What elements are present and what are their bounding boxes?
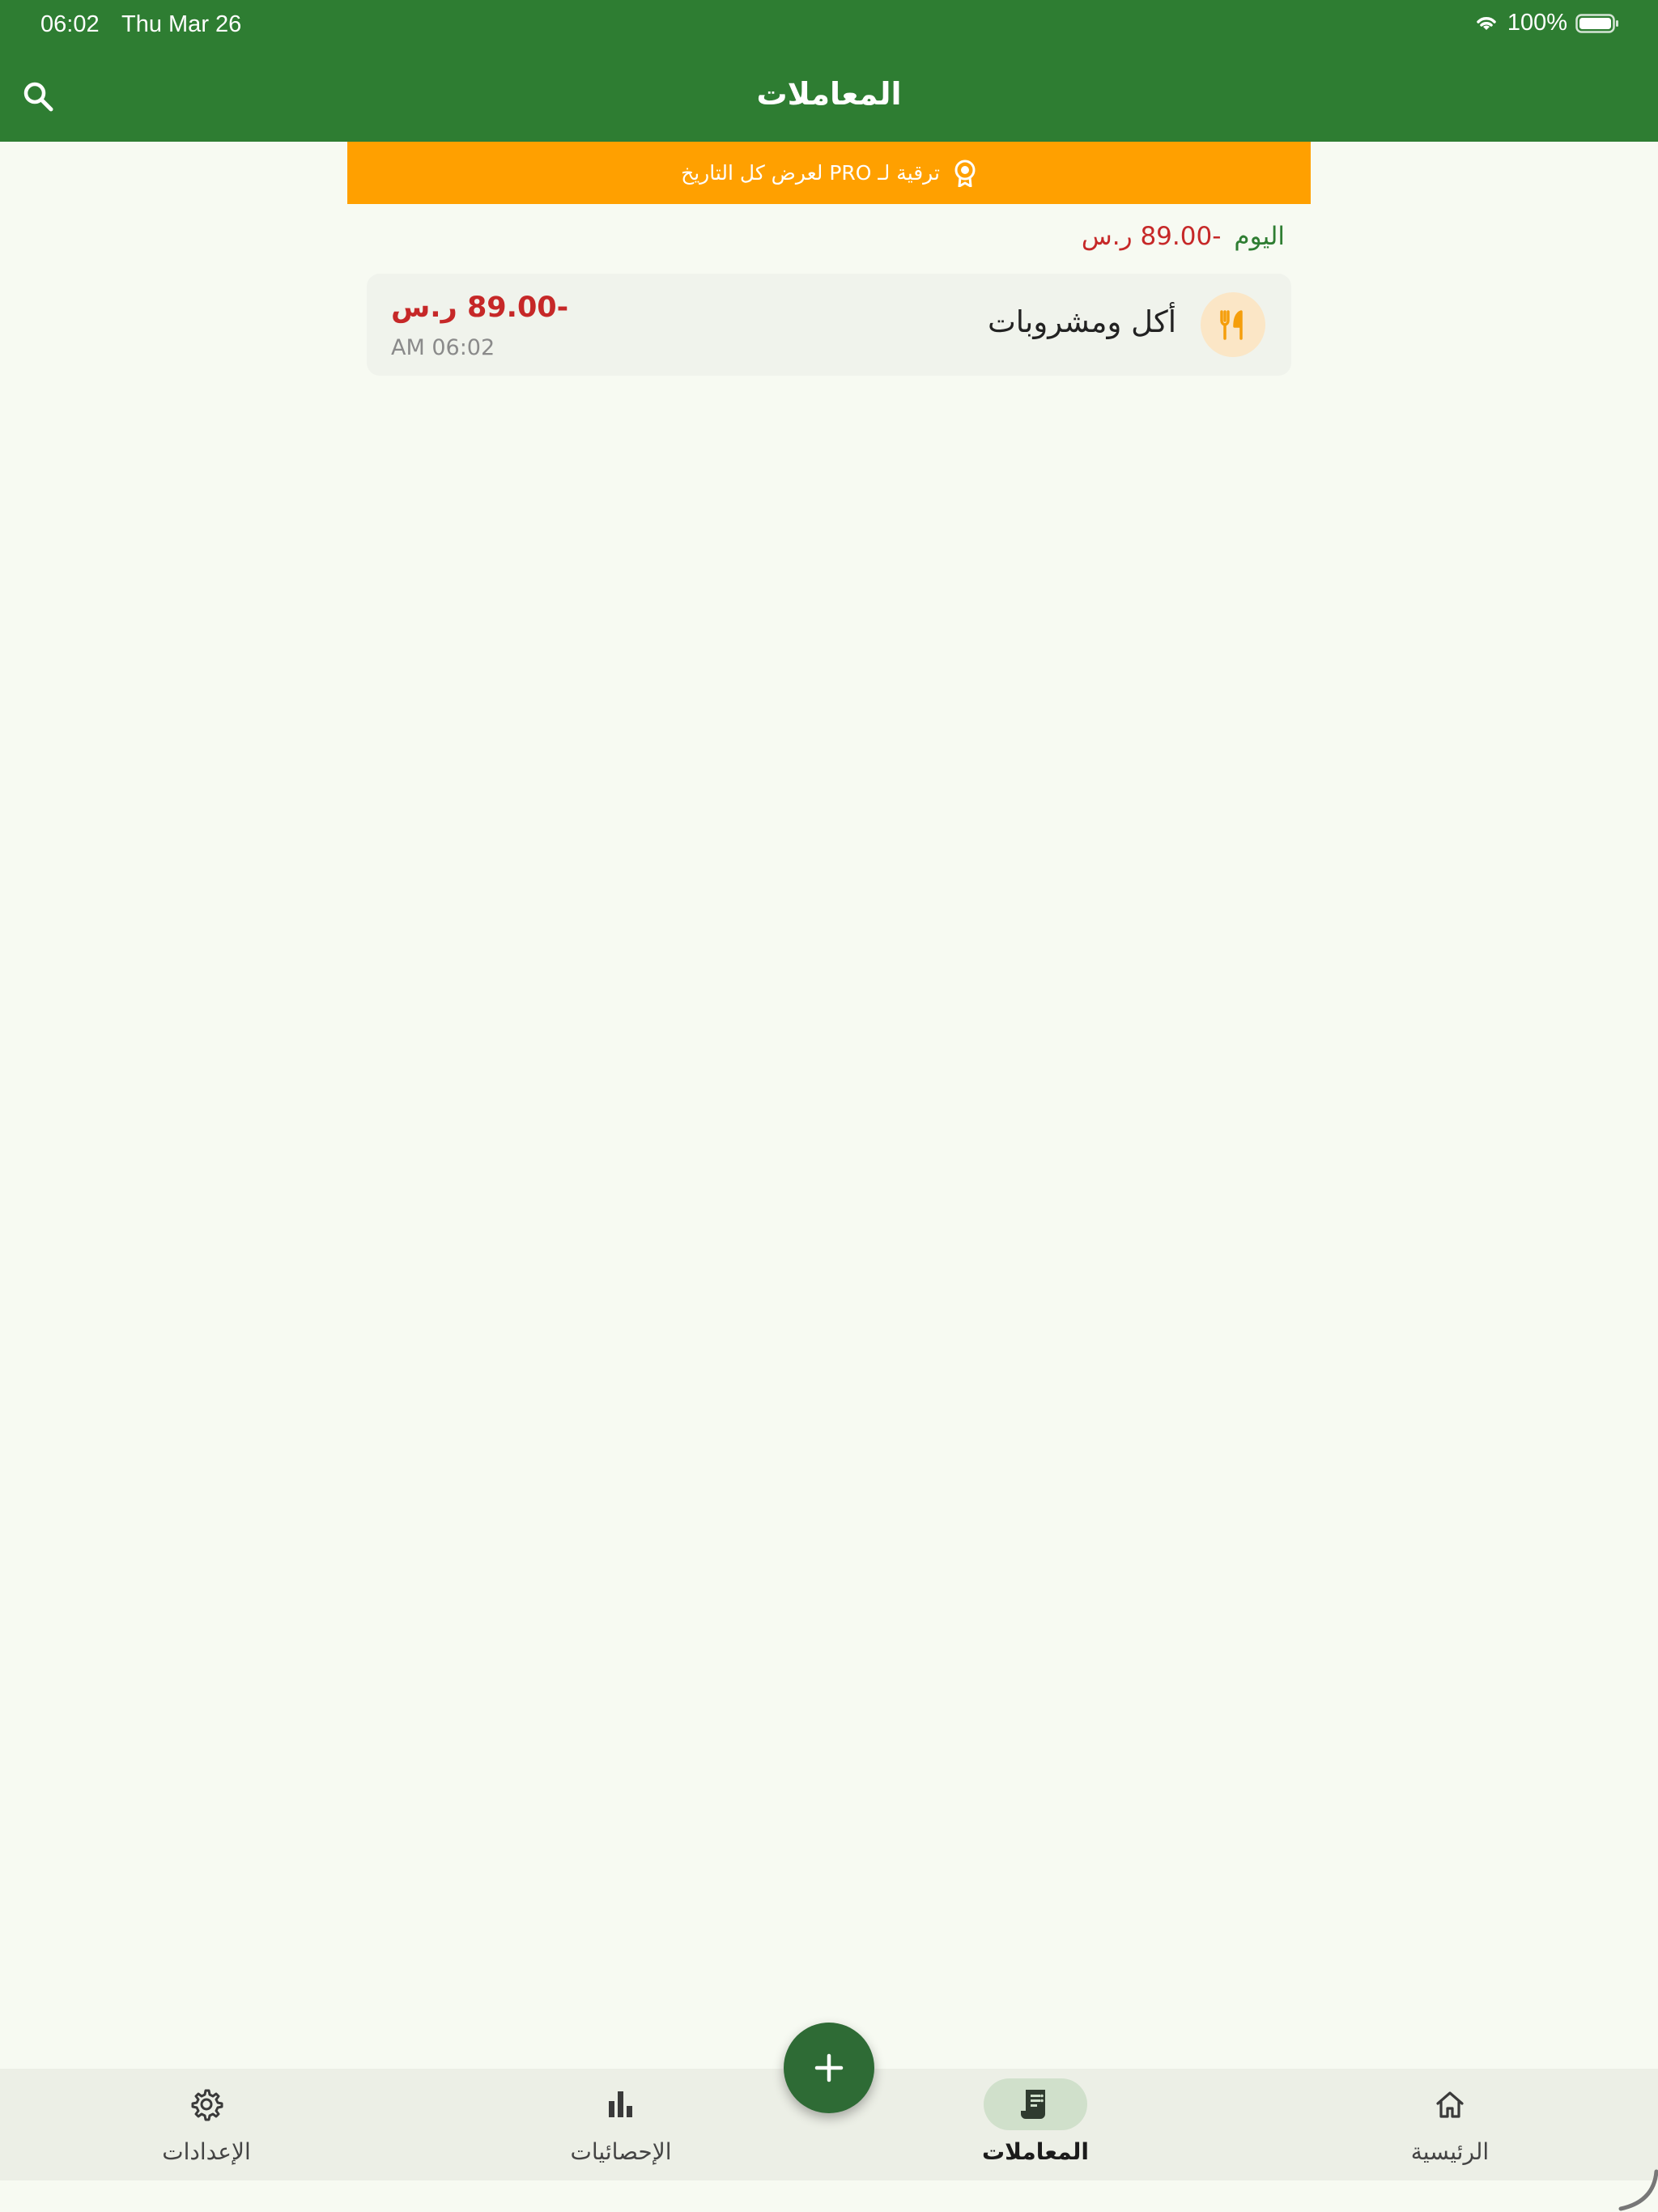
nav-label-transactions: المعاملات — [982, 2138, 1089, 2165]
battery-icon — [1575, 13, 1618, 33]
category-icon-badge — [1201, 292, 1265, 357]
upgrade-pro-banner[interactable]: ترقية لـ PRO لعرض كل التاريخ — [347, 142, 1311, 204]
nav-item-transactions[interactable]: المعاملات — [914, 2069, 1157, 2180]
nav-label-home: الرئيسية — [1410, 2138, 1490, 2165]
nav-item-settings[interactable]: الإعدادات — [85, 2069, 328, 2180]
nav-label-statistics: الإحصائيات — [570, 2138, 672, 2165]
settings-icon — [191, 2089, 223, 2121]
award-icon — [954, 160, 976, 187]
receipt-icon — [1021, 2090, 1045, 2119]
restaurant-icon — [1220, 310, 1243, 340]
day-total: -89.00 ر.س — [1081, 222, 1222, 251]
upgrade-pro-text: ترقية لـ PRO لعرض كل التاريخ — [681, 161, 940, 185]
status-time: 06:02 — [40, 11, 100, 37]
transaction-category: أكل ومشروبات — [987, 304, 1176, 339]
day-label: اليوم — [1234, 222, 1285, 251]
nav-item-home[interactable]: الرئيسية — [1329, 2069, 1571, 2180]
status-date: Thu Mar 26 — [121, 11, 242, 37]
add-transaction-button[interactable] — [784, 2023, 874, 2113]
nav-item-statistics[interactable]: الإحصائيات — [500, 2069, 742, 2180]
page-title: المعاملات — [756, 76, 902, 112]
home-icon — [1436, 2091, 1464, 2118]
plus-icon — [814, 2053, 844, 2082]
transaction-time: AM 06:02 — [391, 335, 495, 360]
status-indicators: 100% — [1473, 10, 1619, 36]
wifi-icon — [1477, 16, 1496, 30]
status-bar: 06:02 Thu Mar 26 100% — [0, 0, 1658, 50]
bar-chart-icon — [609, 2091, 632, 2117]
nav-label-settings: الإعدادات — [162, 2138, 251, 2165]
battery-percent: 100% — [1507, 10, 1567, 36]
day-group-header: اليوم -89.00 ر.س — [1082, 219, 1285, 254]
app-bar: 06:02 Thu Mar 26 100% المعاملات — [0, 0, 1658, 142]
transaction-amount: -89.00 ر.س — [391, 291, 569, 324]
resize-handle-icon — [1618, 2169, 1658, 2211]
transaction-card[interactable]: أكل ومشروبات -89.00 ر.س AM 06:02 — [367, 274, 1291, 376]
